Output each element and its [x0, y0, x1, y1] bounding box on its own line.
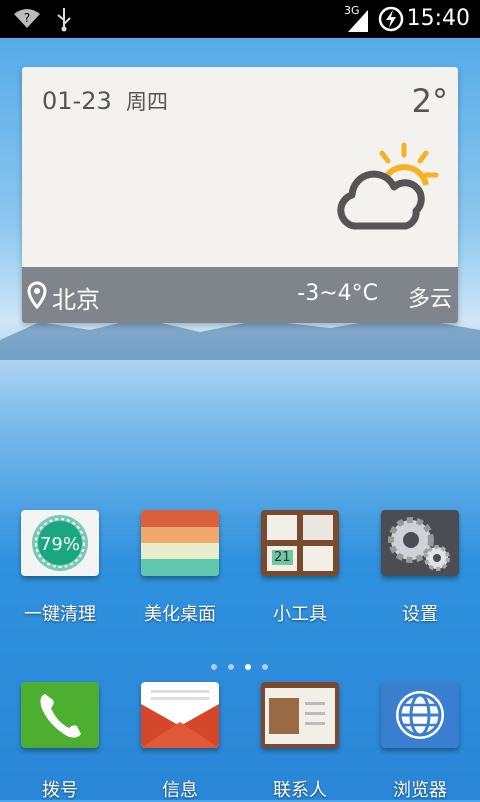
- page-dot-active[interactable]: [245, 664, 251, 670]
- page-dot[interactable]: [211, 664, 217, 670]
- dock-contacts[interactable]: 联系人: [245, 682, 355, 802]
- app-settings[interactable]: 设置: [365, 510, 475, 626]
- theme-icon: [141, 510, 219, 576]
- app-label: 美化桌面: [144, 604, 216, 625]
- app-label: 拨号: [42, 780, 78, 801]
- weather-widget[interactable]: 01-23 周四 2° 北京 -3~4°C 多云: [22, 67, 458, 323]
- partly-cloudy-icon: [337, 142, 439, 230]
- dock-browser[interactable]: 浏览器: [365, 682, 475, 802]
- weather-info-bar: 北京 -3~4°C 多云: [22, 267, 458, 323]
- wifi-question-icon: ?: [14, 9, 40, 28]
- status-bar: ? 3G 15:40: [0, 0, 480, 38]
- cleaner-percent: 79%: [40, 534, 80, 555]
- widgets-icon: 21: [261, 510, 339, 576]
- signal-icon: [348, 10, 368, 32]
- settings-gear-icon: [381, 510, 459, 576]
- page-indicator: [211, 655, 279, 674]
- phone-icon: [21, 682, 99, 748]
- temperature-range: -3~4°C: [297, 281, 378, 306]
- dock-phone[interactable]: 拨号: [5, 682, 115, 802]
- contacts-icon: [261, 682, 339, 748]
- usb-icon: [57, 8, 71, 32]
- weather-condition: 多云: [407, 287, 452, 312]
- weather-weekday: 周四: [126, 90, 168, 114]
- browser-globe-icon: [381, 682, 459, 748]
- app-cleaner[interactable]: 79% 一键清理: [5, 510, 115, 626]
- charging-icon: [378, 6, 404, 32]
- app-label: 信息: [162, 780, 198, 801]
- page-dot[interactable]: [262, 664, 268, 670]
- app-label: 一键清理: [24, 604, 96, 625]
- message-icon: [141, 682, 219, 748]
- location-pin-icon: [27, 281, 47, 309]
- page-dot[interactable]: [228, 664, 234, 670]
- clock: 15:40: [406, 6, 470, 31]
- current-temperature: 2°: [411, 82, 448, 120]
- calendar-day: 21: [272, 550, 293, 565]
- weather-date: 01-23: [42, 87, 112, 115]
- app-label: 设置: [402, 604, 438, 625]
- cleaner-icon: 79%: [21, 510, 99, 576]
- app-widgets[interactable]: 21 小工具: [245, 510, 355, 626]
- dock-messages[interactable]: 信息: [125, 682, 235, 802]
- app-theme[interactable]: 美化桌面: [125, 510, 235, 626]
- weather-city: 北京: [52, 286, 100, 314]
- svg-text:?: ?: [24, 11, 30, 25]
- app-label: 小工具: [273, 604, 327, 625]
- app-label: 联系人: [273, 780, 327, 801]
- app-label: 浏览器: [393, 780, 447, 801]
